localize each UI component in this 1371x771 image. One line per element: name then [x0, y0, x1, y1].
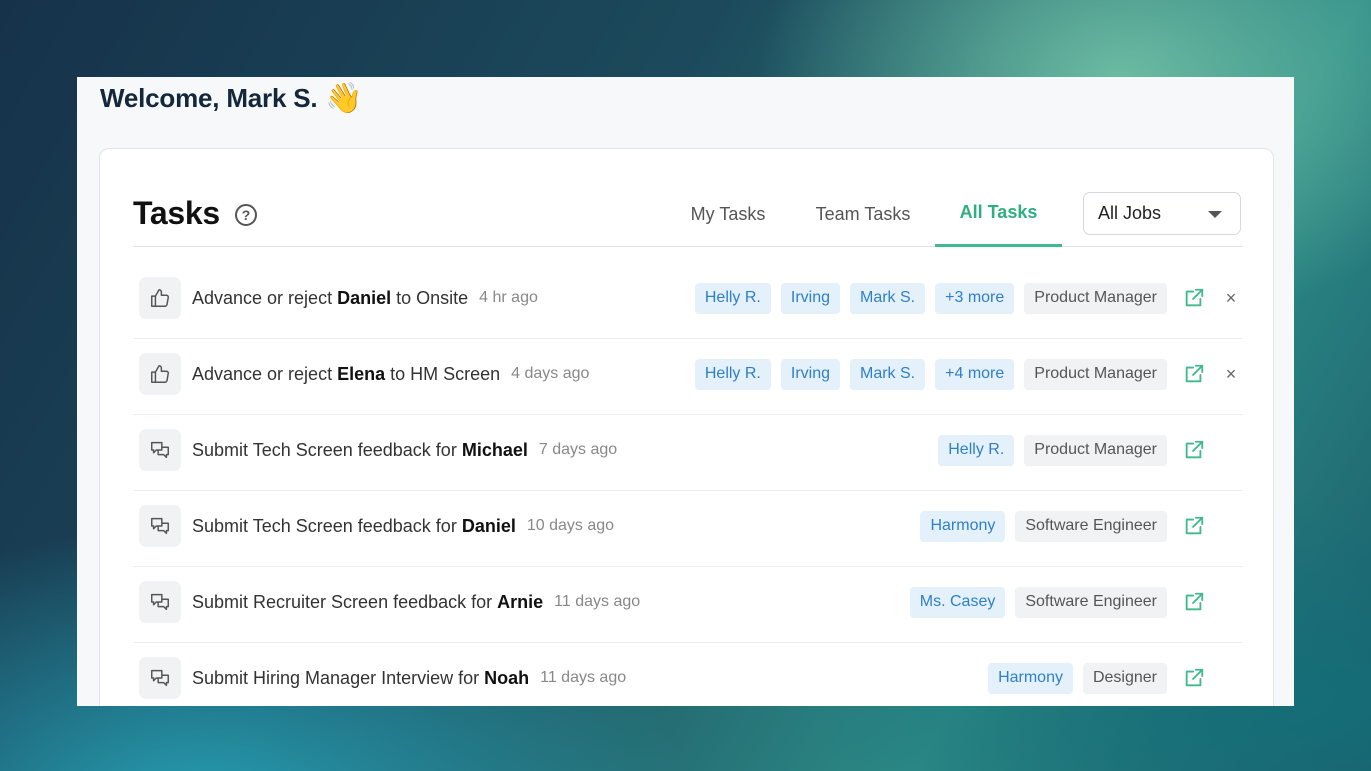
- assignee-chip[interactable]: Harmony: [920, 510, 1006, 542]
- job-chip: Product Manager: [1024, 282, 1167, 314]
- task-tags: Harmony Designer: [988, 643, 1243, 706]
- tasks-card: Tasks ? My Tasks Team Tasks All Tasks Al…: [99, 148, 1274, 706]
- chat-bubbles-icon: [139, 429, 181, 471]
- candidate-name: Daniel: [337, 287, 392, 308]
- welcome-text: Welcome, Mark S.: [100, 83, 318, 113]
- task-time: 4 hr ago: [479, 289, 538, 306]
- task-action: Advance or reject: [192, 363, 338, 384]
- task-tags: Ms. Casey Software Engineer: [909, 567, 1243, 637]
- task-tags: Helly R. Irving Mark S. +4 more Product Mana…: [694, 339, 1243, 409]
- external-link-icon[interactable]: [1181, 285, 1207, 311]
- task-row[interactable]: Submit Tech Screen feedback for Michael 7…: [133, 415, 1243, 491]
- task-description[interactable]: Advance or reject Elena to HM Screen 4 da…: [192, 339, 589, 409]
- chevron-down-icon: [1208, 211, 1222, 218]
- candidate-name: Noah: [484, 667, 530, 688]
- assignee-chip[interactable]: Mark S.: [850, 358, 926, 390]
- task-tags: Harmony Software Engineer: [920, 491, 1243, 561]
- assignee-chip[interactable]: Helly R.: [694, 282, 771, 314]
- tasks-header: Tasks ? My Tasks Team Tasks All Tasks Al…: [133, 181, 1243, 247]
- task-time: 11 days ago: [540, 669, 627, 686]
- task-action: Submit Tech Screen feedback for: [192, 439, 462, 460]
- job-chip: Designer: [1082, 662, 1167, 694]
- task-action: Submit Tech Screen feedback for: [192, 515, 462, 536]
- task-time: 4 days ago: [511, 365, 590, 382]
- task-description[interactable]: Submit Tech Screen feedback for Michael 7…: [192, 415, 617, 485]
- task-tags: Helly R. Irving Mark S. +3 more Product Mana…: [694, 263, 1243, 333]
- task-action: Submit Recruiter Screen feedback for: [192, 591, 498, 612]
- thumbs-up-icon: [139, 277, 181, 319]
- external-link-icon[interactable]: [1181, 361, 1207, 387]
- assignee-chip[interactable]: +4 more: [935, 358, 1015, 390]
- task-description[interactable]: Advance or reject Daniel to Onsite 4 hr a…: [192, 263, 538, 333]
- jobs-filter-value: All Jobs: [1098, 203, 1162, 223]
- chat-bubbles-icon: [139, 505, 181, 547]
- candidate-name: Elena: [337, 363, 386, 384]
- assignee-chip[interactable]: Irving: [780, 282, 840, 314]
- chat-bubbles-icon: [139, 581, 181, 623]
- external-link-icon[interactable]: [1181, 513, 1207, 539]
- job-chip: Product Manager: [1024, 358, 1167, 390]
- task-action: Advance or reject: [192, 287, 338, 308]
- tab-my-tasks[interactable]: My Tasks: [673, 181, 783, 247]
- assignee-chip[interactable]: Irving: [780, 358, 840, 390]
- assignee-chip[interactable]: Helly R.: [938, 434, 1015, 466]
- chat-bubbles-icon: [139, 657, 181, 699]
- job-chip: Software Engineer: [1015, 586, 1167, 618]
- task-description[interactable]: Submit Recruiter Screen feedback for Arn…: [192, 567, 640, 637]
- close-icon[interactable]: ×: [1219, 364, 1243, 385]
- task-action: Submit Hiring Manager Interview for: [192, 667, 485, 688]
- task-row[interactable]: Advance or reject Daniel to Onsite 4 hr a…: [133, 263, 1243, 339]
- welcome-heading: Welcome, Mark S. 👋: [100, 83, 363, 114]
- task-list: Advance or reject Daniel to Onsite 4 hr a…: [133, 263, 1243, 706]
- candidate-name: Daniel: [461, 515, 516, 536]
- tab-team-tasks[interactable]: Team Tasks: [798, 181, 928, 247]
- task-description[interactable]: Submit Tech Screen feedback for Daniel 10…: [192, 491, 614, 561]
- help-icon[interactable]: ?: [235, 204, 257, 226]
- app-frame: Welcome, Mark S. 👋 Tasks ? My Tasks Team…: [77, 77, 1294, 706]
- task-time: 11 days ago: [554, 593, 641, 610]
- assignee-chip[interactable]: Ms. Casey: [909, 586, 1006, 618]
- candidate-name: Michael: [461, 439, 528, 460]
- assignee-chip[interactable]: Mark S.: [850, 282, 926, 314]
- job-chip: Software Engineer: [1015, 510, 1167, 542]
- task-tags: Helly R. Product Manager: [938, 415, 1243, 485]
- close-icon[interactable]: ×: [1219, 288, 1243, 309]
- task-stage: to HM Screen: [385, 363, 501, 384]
- task-stage: to Onsite: [391, 287, 469, 308]
- assignee-chip[interactable]: +3 more: [935, 282, 1015, 314]
- task-row[interactable]: Submit Tech Screen feedback for Daniel 10…: [133, 491, 1243, 567]
- waving-hand-icon: 👋: [325, 81, 363, 115]
- thumbs-up-icon: [139, 353, 181, 395]
- tab-all-tasks[interactable]: All Tasks: [935, 181, 1062, 247]
- task-time: 10 days ago: [526, 517, 615, 534]
- task-description[interactable]: Submit Hiring Manager Interview for Noah…: [192, 643, 626, 706]
- task-row[interactable]: Advance or reject Elena to HM Screen 4 da…: [133, 339, 1243, 415]
- task-row[interactable]: Submit Hiring Manager Interview for Noah…: [133, 643, 1243, 706]
- task-row[interactable]: Submit Recruiter Screen feedback for Arn…: [133, 567, 1243, 643]
- task-time: 7 days ago: [538, 441, 618, 458]
- external-link-icon[interactable]: [1181, 437, 1207, 463]
- assignee-chip[interactable]: Harmony: [988, 662, 1073, 694]
- external-link-icon[interactable]: [1181, 589, 1207, 615]
- external-link-icon[interactable]: [1181, 665, 1207, 691]
- job-chip: Product Manager: [1024, 434, 1167, 466]
- tasks-title: Tasks: [133, 195, 220, 231]
- assignee-chip[interactable]: Helly R.: [694, 358, 771, 390]
- jobs-filter-select[interactable]: All Jobs: [1083, 192, 1241, 235]
- candidate-name: Arnie: [497, 591, 544, 612]
